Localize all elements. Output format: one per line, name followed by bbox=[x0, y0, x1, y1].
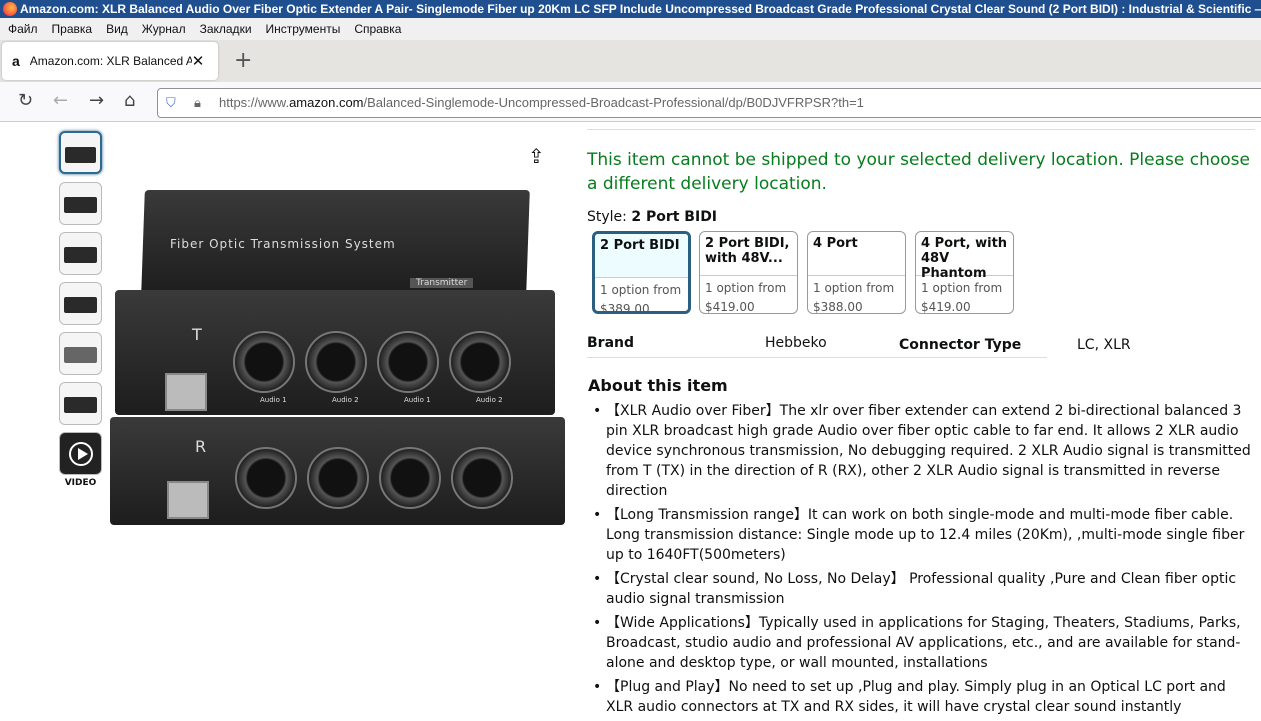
option-name: 2 Port BIDI, with 48V... bbox=[700, 232, 797, 276]
home-icon[interactable]: ⌂ bbox=[124, 90, 135, 111]
option-from: 1 option from bbox=[921, 281, 1003, 295]
spec-connector-value: LC, XLR bbox=[1077, 337, 1131, 353]
option-from: 1 option from bbox=[813, 281, 895, 295]
url-text: https://www.amazon.com/Balanced-Singlemo… bbox=[219, 95, 864, 110]
video-thumbnail[interactable] bbox=[59, 432, 102, 475]
style-option-2-port-bidi[interactable]: 2 Port BIDI 1 option from $389.00 bbox=[592, 231, 691, 314]
divider bbox=[587, 357, 1047, 358]
navigation-bar: ↻ ← → ⌂ ⛉ 🔒︎ https://www.amazon.com/Bala… bbox=[0, 82, 1261, 122]
video-label: VIDEO bbox=[64, 478, 97, 488]
thumbnail-1[interactable] bbox=[59, 131, 102, 174]
option-price: $389.00 bbox=[600, 302, 650, 314]
bullet: 【Crystal clear sound, No Loss, No Delay】… bbox=[593, 569, 1256, 609]
spec-brand-value: Hebbeko bbox=[765, 335, 827, 351]
about-bullets: 【XLR Audio over Fiber】The xlr over fiber… bbox=[593, 401, 1256, 721]
style-option-2-port-bidi-48v[interactable]: 2 Port BIDI, with 48V... 1 option from $41… bbox=[699, 231, 798, 314]
thumbnail-3[interactable] bbox=[59, 232, 102, 275]
image-text: Fiber Optic Transmission System bbox=[170, 237, 396, 251]
back-icon[interactable]: ← bbox=[53, 90, 68, 111]
bullet: 【Plug and Play】No need to set up ,Plug a… bbox=[593, 677, 1256, 717]
thumbnail-6[interactable] bbox=[59, 382, 102, 425]
thumbnail-2[interactable] bbox=[59, 182, 102, 225]
tab-amazon[interactable]: a Amazon.com: XLR Balanced Audio Over Fib… bbox=[2, 42, 218, 80]
window-title: Amazon.com: XLR Balanced Audio Over Fibe… bbox=[20, 2, 1261, 16]
menu-edit[interactable]: Правка bbox=[52, 22, 93, 36]
menu-bar: Файл Правка Вид Журнал Закладки Инструме… bbox=[0, 18, 1261, 40]
menu-tools[interactable]: Инструменты bbox=[266, 22, 341, 36]
option-name: 4 Port, with 48V Phantom bbox=[916, 232, 1013, 281]
shield-icon[interactable]: ⛉ bbox=[166, 89, 176, 117]
image-text: T bbox=[192, 325, 202, 344]
style-label: Style: 2 Port BIDI bbox=[587, 209, 718, 225]
menu-file[interactable]: Файл bbox=[8, 22, 38, 36]
url-bar[interactable]: ⛉ 🔒︎ https://www.amazon.com/Balanced-Sin… bbox=[157, 88, 1261, 118]
tab-label: Amazon.com: XLR Balanced Audio Over Fibe… bbox=[29, 54, 192, 68]
image-text: Audio 2 bbox=[476, 396, 503, 404]
amazon-favicon-icon: a bbox=[12, 53, 20, 69]
option-price: $388.00 bbox=[813, 300, 863, 314]
style-option-4-port-48v-phantom[interactable]: 4 Port, with 48V Phantom 1 option from $41… bbox=[915, 231, 1014, 314]
menu-history[interactable]: Журнал bbox=[142, 22, 186, 36]
option-from: 1 option from bbox=[705, 281, 787, 295]
bullet: 【Wide Applications】Typically used in app… bbox=[593, 613, 1256, 673]
image-text: Audio 1 bbox=[260, 396, 287, 404]
divider bbox=[587, 129, 1255, 130]
bullet: 【XLR Audio over Fiber】The xlr over fiber… bbox=[593, 401, 1256, 501]
delivery-warning: This item cannot be shipped to your sele… bbox=[587, 150, 1250, 194]
image-text: Audio 2 bbox=[332, 396, 359, 404]
option-name: 4 Port bbox=[808, 232, 905, 276]
close-tab-icon[interactable]: ✕ bbox=[192, 52, 205, 70]
image-text: Audio 1 bbox=[404, 396, 431, 404]
window-title-bar: Amazon.com: XLR Balanced Audio Over Fibe… bbox=[0, 0, 1261, 18]
style-option-4-port[interactable]: 4 Port 1 option from $388.00 bbox=[807, 231, 906, 314]
option-price: $419.00 bbox=[921, 300, 971, 314]
option-name: 2 Port BIDI bbox=[595, 234, 688, 278]
reload-icon[interactable]: ↻ bbox=[18, 90, 33, 111]
lock-icon[interactable]: 🔒︎ bbox=[194, 89, 201, 117]
main-product-image[interactable]: Fiber Optic Transmission System Transmit… bbox=[105, 185, 565, 530]
play-icon bbox=[69, 442, 93, 466]
share-icon[interactable]: ⇪ bbox=[528, 144, 545, 168]
option-from: 1 option from bbox=[600, 283, 682, 297]
forward-icon[interactable]: → bbox=[89, 90, 104, 111]
menu-view[interactable]: Вид bbox=[106, 22, 128, 36]
image-text: R bbox=[195, 437, 207, 456]
menu-bookmarks[interactable]: Закладки bbox=[200, 22, 252, 36]
thumbnail-5[interactable] bbox=[59, 332, 102, 375]
thumbnail-4[interactable] bbox=[59, 282, 102, 325]
option-price: $419.00 bbox=[705, 300, 755, 314]
firefox-icon bbox=[3, 2, 17, 16]
spec-connector-label: Connector Type bbox=[899, 337, 1022, 353]
menu-help[interactable]: Справка bbox=[354, 22, 401, 36]
bullet: 【Long Transmission range】It can work on … bbox=[593, 505, 1256, 565]
new-tab-icon[interactable]: + bbox=[234, 48, 252, 73]
tab-bar: a Amazon.com: XLR Balanced Audio Over Fib… bbox=[0, 40, 1261, 82]
image-text: Transmitter bbox=[410, 278, 474, 288]
about-title: About this item bbox=[588, 376, 728, 395]
spec-brand-label: Brand bbox=[587, 335, 635, 351]
